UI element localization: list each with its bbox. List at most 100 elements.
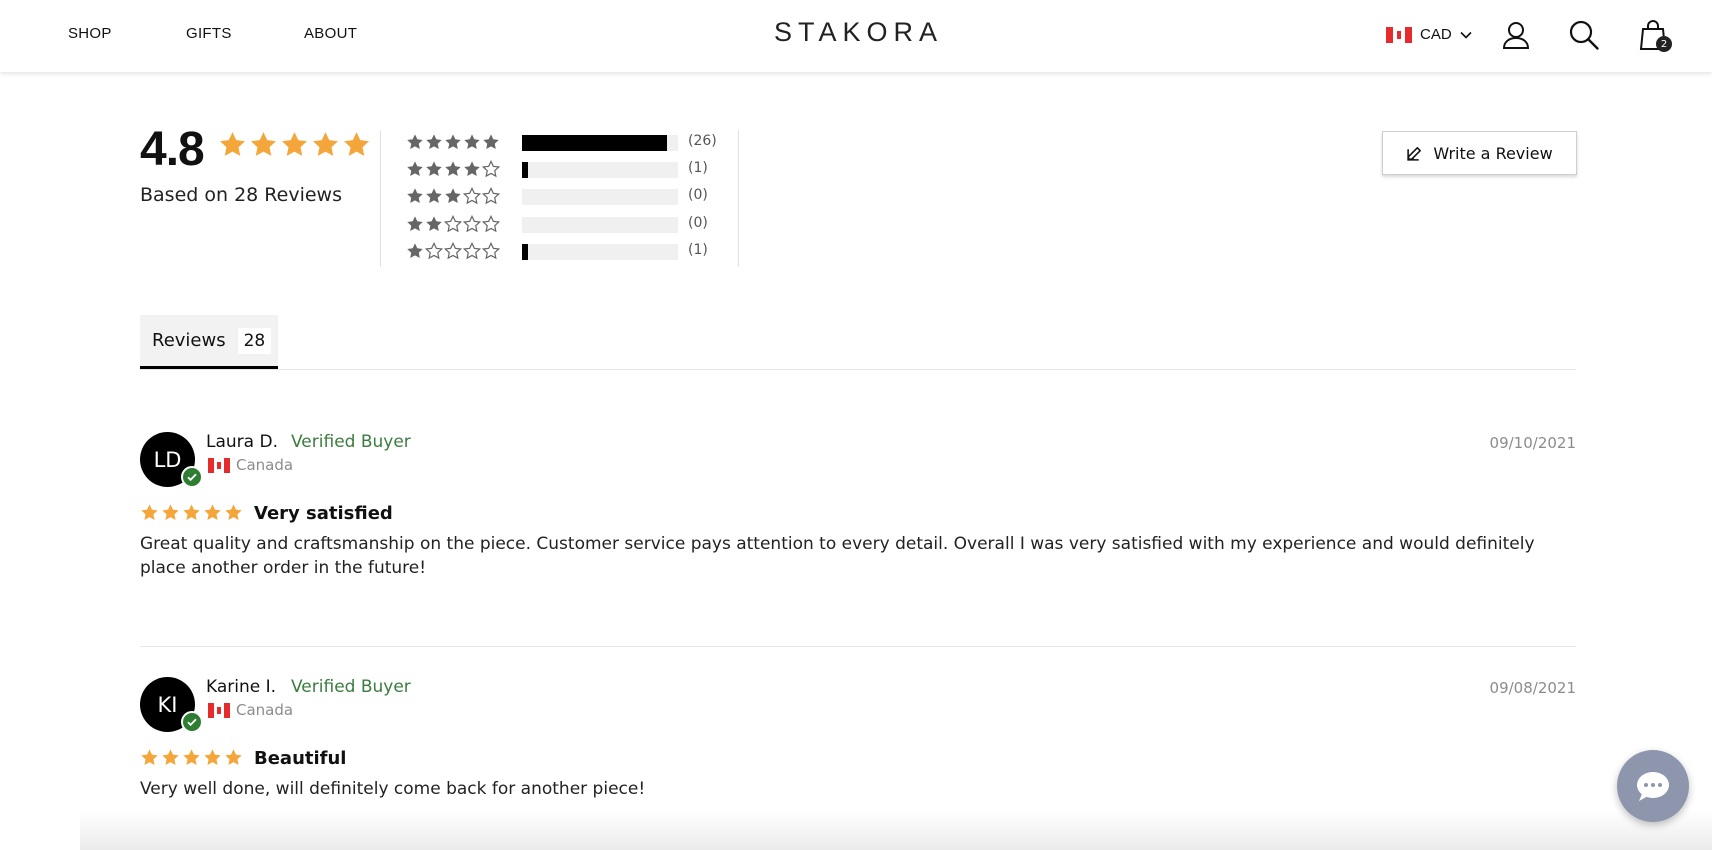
distribution-stars xyxy=(406,133,506,151)
distribution-stars xyxy=(406,160,506,178)
distribution-stars xyxy=(406,215,506,233)
star-icon xyxy=(407,216,423,232)
reviewer-name: Karine I. xyxy=(206,677,277,697)
star-icon xyxy=(225,504,242,520)
distribution-bar-fill xyxy=(522,135,667,151)
star-icon xyxy=(204,504,221,520)
distribution-count: (1) xyxy=(688,242,708,258)
star-icon xyxy=(464,161,480,177)
star-icon xyxy=(464,134,480,150)
star-icon xyxy=(445,134,461,150)
bottom-shadow xyxy=(80,810,1712,850)
star-outline-icon xyxy=(425,242,443,259)
nav-about[interactable]: ABOUT xyxy=(304,25,357,42)
distribution-row[interactable]: (1) xyxy=(406,159,708,179)
star-icon xyxy=(407,161,423,177)
average-rating: 4.8 xyxy=(140,123,205,176)
star-icon xyxy=(407,243,423,259)
star-icon xyxy=(141,504,158,520)
chevron-down-icon xyxy=(1460,31,1472,39)
star-icon xyxy=(162,749,179,765)
country-label: Canada xyxy=(236,456,294,474)
divider xyxy=(140,646,1576,647)
star-outline-icon xyxy=(463,187,481,204)
review-body: Very well done, will definitely come bac… xyxy=(140,779,646,799)
star-icon xyxy=(426,188,442,204)
star-icon xyxy=(225,749,242,765)
edit-icon xyxy=(1407,146,1422,161)
star-icon xyxy=(183,749,200,765)
search-icon xyxy=(1569,20,1599,50)
verified-buyer-label: Verified Buyer xyxy=(291,432,411,452)
star-icon xyxy=(282,132,307,156)
nav-gifts[interactable]: GIFTS xyxy=(186,25,232,42)
currency-selector[interactable]: CAD xyxy=(1386,26,1472,43)
distribution-stars xyxy=(406,187,506,205)
tab-reviews[interactable]: Reviews 28 xyxy=(140,315,278,369)
star-outline-icon xyxy=(482,187,500,204)
star-outline-icon xyxy=(444,242,462,259)
average-stars xyxy=(218,130,371,159)
star-icon xyxy=(162,504,179,520)
distribution-bar-fill xyxy=(522,162,528,178)
review-date: 09/08/2021 xyxy=(1489,679,1576,697)
review-stars xyxy=(140,503,243,522)
canada-flag-icon xyxy=(208,702,230,718)
star-icon xyxy=(483,134,499,150)
review-body: Great quality and craftsmanship on the p… xyxy=(140,534,1535,578)
review-date: 09/10/2021 xyxy=(1489,434,1576,452)
distribution-row[interactable]: (0) xyxy=(406,186,708,206)
chat-bubble-icon xyxy=(1637,772,1669,801)
star-outline-icon xyxy=(463,242,481,259)
distribution-bar xyxy=(522,244,678,260)
star-icon xyxy=(426,134,442,150)
review-title: Very satisfied xyxy=(254,503,393,524)
canada-flag-icon xyxy=(1386,26,1412,43)
distribution-count: (0) xyxy=(688,215,708,231)
verified-buyer-label: Verified Buyer xyxy=(291,677,411,697)
user-icon xyxy=(1502,22,1530,49)
site-logo[interactable]: STAKORA xyxy=(774,17,943,48)
star-outline-icon xyxy=(482,242,500,259)
star-outline-icon xyxy=(482,160,500,177)
write-review-button[interactable]: Write a Review xyxy=(1382,131,1577,175)
star-icon xyxy=(445,188,461,204)
distribution-row[interactable]: (1) xyxy=(406,241,708,261)
currency-label: CAD xyxy=(1420,26,1452,43)
site-header: SHOP GIFTS ABOUT STAKORA CAD 2 xyxy=(0,0,1712,72)
distribution-row[interactable]: (0) xyxy=(406,214,708,234)
verified-check-icon xyxy=(181,711,203,733)
verified-check-icon xyxy=(181,466,203,488)
tab-reviews-label: Reviews xyxy=(152,330,226,351)
star-outline-icon xyxy=(482,215,500,232)
star-icon xyxy=(445,161,461,177)
divider xyxy=(380,130,381,267)
star-icon xyxy=(220,132,245,156)
distribution-bar xyxy=(522,135,678,151)
star-icon xyxy=(141,749,158,765)
distribution-row[interactable]: (26) xyxy=(406,132,717,152)
account-button[interactable] xyxy=(1499,18,1533,52)
cart-count-badge: 2 xyxy=(1656,36,1672,52)
reviewer-country: Canada xyxy=(208,701,293,719)
nav-shop[interactable]: SHOP xyxy=(68,25,112,42)
distribution-stars xyxy=(406,242,506,260)
distribution-bar xyxy=(522,217,678,233)
country-label: Canada xyxy=(236,701,294,719)
distribution-count: (1) xyxy=(688,160,708,176)
review-title: Beautiful xyxy=(254,748,347,769)
star-icon xyxy=(313,132,338,156)
canada-flag-icon xyxy=(208,457,230,473)
reviewer-name: Laura D. xyxy=(206,432,278,452)
review-stars xyxy=(140,748,243,767)
cart-button[interactable]: 2 xyxy=(1636,18,1672,52)
distribution-bar xyxy=(522,162,678,178)
chat-button[interactable] xyxy=(1617,750,1689,822)
star-icon xyxy=(426,216,442,232)
star-icon xyxy=(183,504,200,520)
divider xyxy=(738,130,739,267)
distribution-bar-fill xyxy=(522,244,528,260)
search-button[interactable] xyxy=(1567,18,1601,52)
distribution-count: (26) xyxy=(688,133,717,149)
divider xyxy=(140,369,1576,370)
